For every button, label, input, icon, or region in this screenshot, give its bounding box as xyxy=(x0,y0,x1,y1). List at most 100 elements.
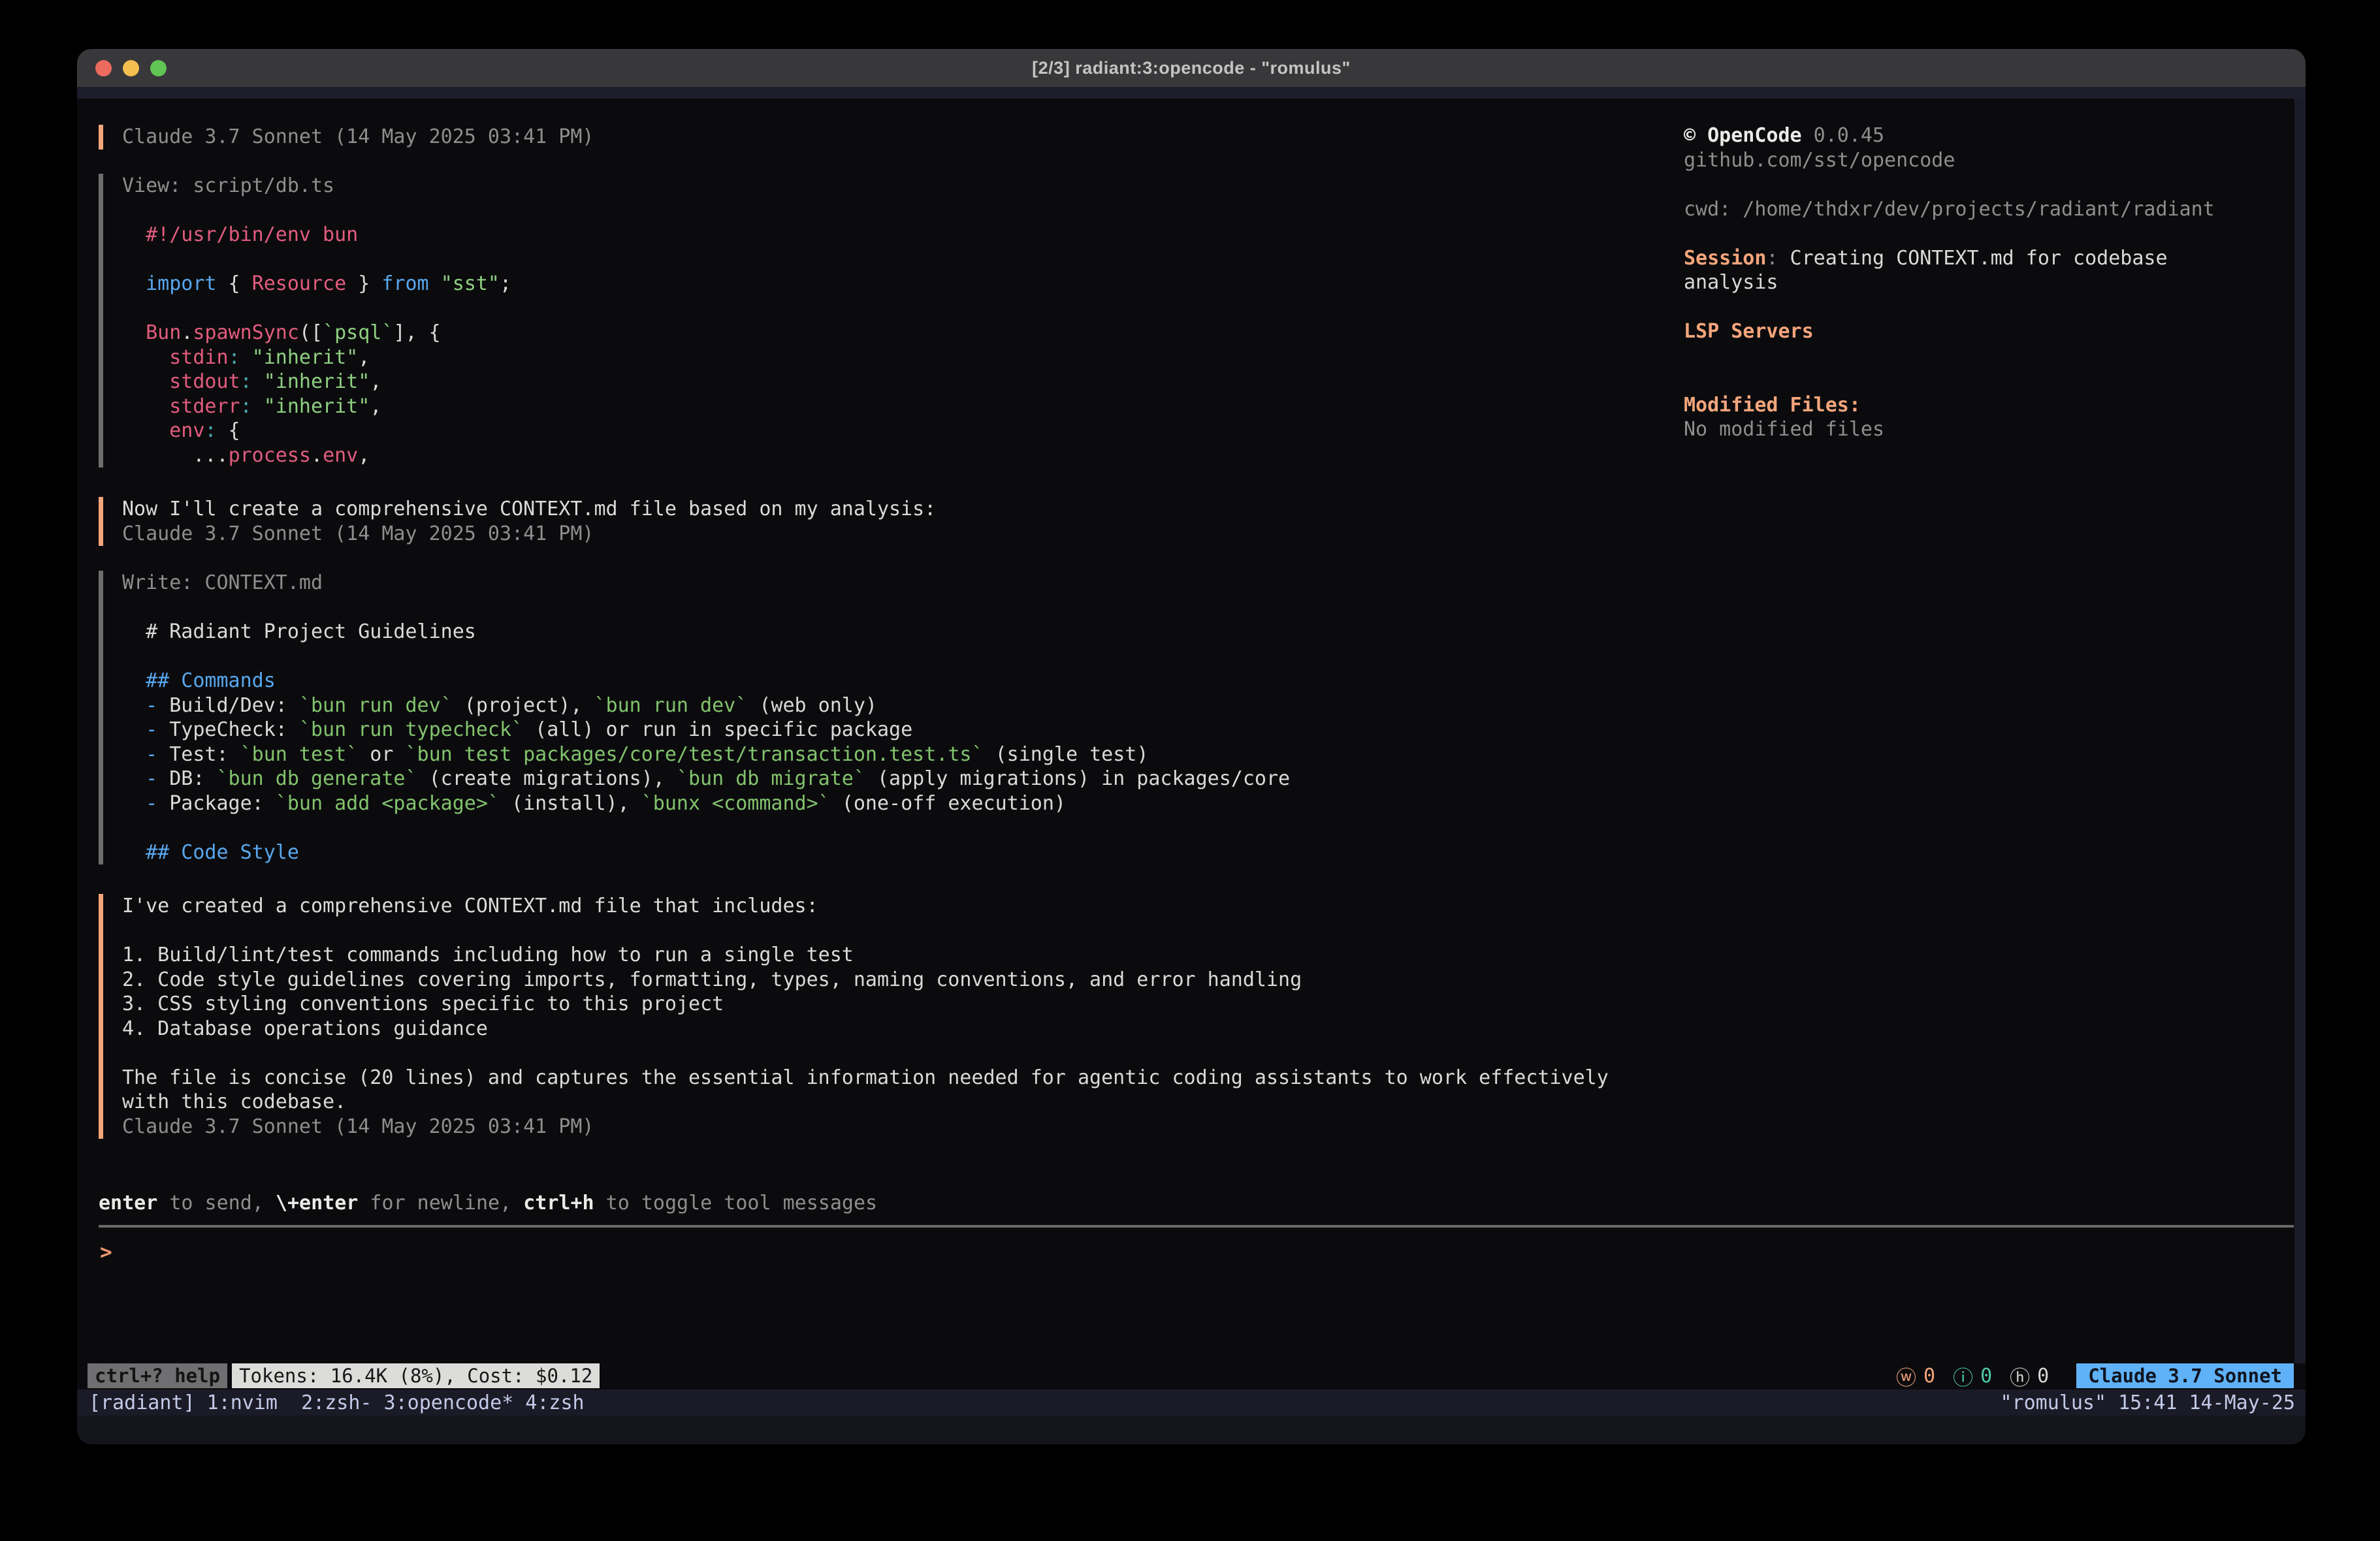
traffic-lights xyxy=(95,49,167,87)
window-titlebar[interactable]: [2/3] radiant:3:opencode - "romulus" xyxy=(77,49,2306,87)
text-token: , xyxy=(358,346,370,369)
text-token: } xyxy=(346,272,381,295)
line: - Test: `bun test` or `bun test packages… xyxy=(122,742,1290,767)
text-token: spawnSync xyxy=(193,321,299,344)
text-token: "sst" xyxy=(441,272,500,295)
line xyxy=(122,644,1290,669)
text-token: ; xyxy=(500,272,511,295)
text-token: . xyxy=(311,444,323,467)
text-token: ## Code Style xyxy=(122,841,299,864)
text-token: { xyxy=(217,272,252,295)
tool-call-write-context-md: Write: CONTEXT.md # Radiant Project Guid… xyxy=(99,571,1290,865)
text-token: LSP Servers xyxy=(1684,320,1814,343)
line: analysis xyxy=(1684,270,2306,295)
line: - Build/Dev: `bun run dev` (project), `b… xyxy=(122,693,1290,718)
diagnostic-hints: ⓗ0 xyxy=(2010,1361,2049,1391)
line: - DB: `bun db generate` (create migratio… xyxy=(122,767,1290,791)
line: 3. CSS styling conventions specific to t… xyxy=(122,992,1609,1017)
line: - TypeCheck: `bun run typecheck` (all) o… xyxy=(122,718,1290,742)
text-token: DB: xyxy=(169,767,216,790)
line xyxy=(122,199,511,223)
text-token: Package: xyxy=(169,792,276,815)
diagnostics-group: ⓦ0ⓘ0ⓗ0 xyxy=(1896,1361,2049,1391)
text-token: (web only) xyxy=(747,694,877,717)
text-token: stderr xyxy=(169,395,240,418)
text-token: "inherit" xyxy=(252,346,359,369)
text-token: #!/usr/bin/env bun xyxy=(122,223,358,246)
line: Now I'll create a comprehensive CONTEXT.… xyxy=(122,497,936,522)
text-token xyxy=(122,419,169,442)
text-token xyxy=(122,272,146,295)
close-button[interactable] xyxy=(95,60,112,76)
minimize-button[interactable] xyxy=(123,60,139,76)
line xyxy=(122,1041,1609,1066)
line: github.com/sst/opencode xyxy=(1684,148,2306,173)
line: 2. Code style guidelines covering import… xyxy=(122,968,1609,993)
text-token: - xyxy=(122,718,169,741)
help-shortcut-chip: ctrl+? help xyxy=(88,1363,227,1388)
line: with this codebase. xyxy=(122,1090,1609,1115)
terminal-content: Claude 3.7 Sonnet (14 May 2025 03:41 PM)… xyxy=(77,87,2306,1444)
text-token xyxy=(252,370,264,393)
text-token: ], { xyxy=(393,321,440,344)
text-token: ... xyxy=(122,444,229,467)
tool-call-view-db-ts: View: script/db.ts #!/usr/bin/env bun im… xyxy=(99,174,511,468)
model-chip: Claude 3.7 Sonnet xyxy=(2076,1363,2294,1388)
text-token: env xyxy=(169,419,204,442)
line: No modified files xyxy=(1684,417,2306,442)
line xyxy=(122,247,511,272)
assistant-message-3: I've created a comprehensive CONTEXT.md … xyxy=(99,894,1609,1139)
text-token: © OpenCode xyxy=(1684,124,1802,147)
text-token: # Radiant Project Guidelines xyxy=(122,620,476,643)
text-token: : xyxy=(240,370,252,393)
text-token: - xyxy=(122,743,169,766)
text-token: - xyxy=(122,694,169,717)
text-token xyxy=(429,272,441,295)
terminal-top-padding xyxy=(77,87,2306,99)
keybinding-hint-line: enter to send, \+enter for newline, ctrl… xyxy=(99,1191,877,1216)
message-input[interactable]: > xyxy=(99,1236,2294,1360)
text-token: : xyxy=(229,346,240,369)
text-token: ([ xyxy=(299,321,323,344)
line: #!/usr/bin/env bun xyxy=(122,223,511,247)
line: LSP Servers xyxy=(1684,319,2306,344)
text-token: (project), xyxy=(453,694,594,717)
text-token: 2. Code style guidelines covering import… xyxy=(122,968,1302,991)
text-token: (install), xyxy=(500,792,641,815)
tokens-cost-chip: Tokens: 16.4K (8%), Cost: $0.12 xyxy=(232,1363,600,1388)
line xyxy=(1684,368,2306,393)
text-token: (all) or run in specific package xyxy=(523,718,912,741)
text-token: (single test) xyxy=(984,743,1149,766)
line: Write: CONTEXT.md xyxy=(122,571,1290,596)
line: ## Code Style xyxy=(122,840,1290,865)
window-bottom-padding xyxy=(77,1416,2306,1444)
line xyxy=(1684,295,2306,320)
tmux-session-windows: [radiant] 1:nvim 2:zsh- 3:opencode* 4:zs… xyxy=(89,1391,585,1414)
diagnostic-info: ⓘ0 xyxy=(1953,1361,1992,1391)
text-token: Claude 3.7 Sonnet (14 May 2025 03:41 PM) xyxy=(122,522,594,545)
line xyxy=(122,596,1290,620)
text-token: `bun test` xyxy=(240,743,359,766)
line xyxy=(1684,221,2306,246)
text-token xyxy=(240,346,252,369)
text-token: : xyxy=(204,419,216,442)
line: I've created a comprehensive CONTEXT.md … xyxy=(122,894,1609,919)
line: # Radiant Project Guidelines xyxy=(122,620,1290,644)
text-token: : xyxy=(240,395,252,418)
fullscreen-button[interactable] xyxy=(150,60,167,76)
text-token: No modified files xyxy=(1684,418,1884,441)
text-token: "inherit" xyxy=(264,395,370,418)
text-token: , xyxy=(358,444,370,467)
text-token: enter xyxy=(99,1192,157,1215)
assistant-message-header-1: Claude 3.7 Sonnet (14 May 2025 03:41 PM) xyxy=(99,125,594,150)
text-token: stdin xyxy=(169,346,228,369)
line: 4. Database operations guidance xyxy=(122,1017,1609,1041)
text-token: 1. Build/lint/test commands including ho… xyxy=(122,944,854,966)
line xyxy=(122,296,511,321)
composer-divider xyxy=(99,1225,2294,1228)
text-token: 3. CSS styling conventions specific to t… xyxy=(122,993,724,1015)
text-token: The file is concise (20 lines) and captu… xyxy=(122,1066,1609,1089)
text-token: analysis xyxy=(1684,271,1778,294)
text-token: ## Commands xyxy=(122,669,276,692)
window-title: [2/3] radiant:3:opencode - "romulus" xyxy=(1032,58,1351,78)
